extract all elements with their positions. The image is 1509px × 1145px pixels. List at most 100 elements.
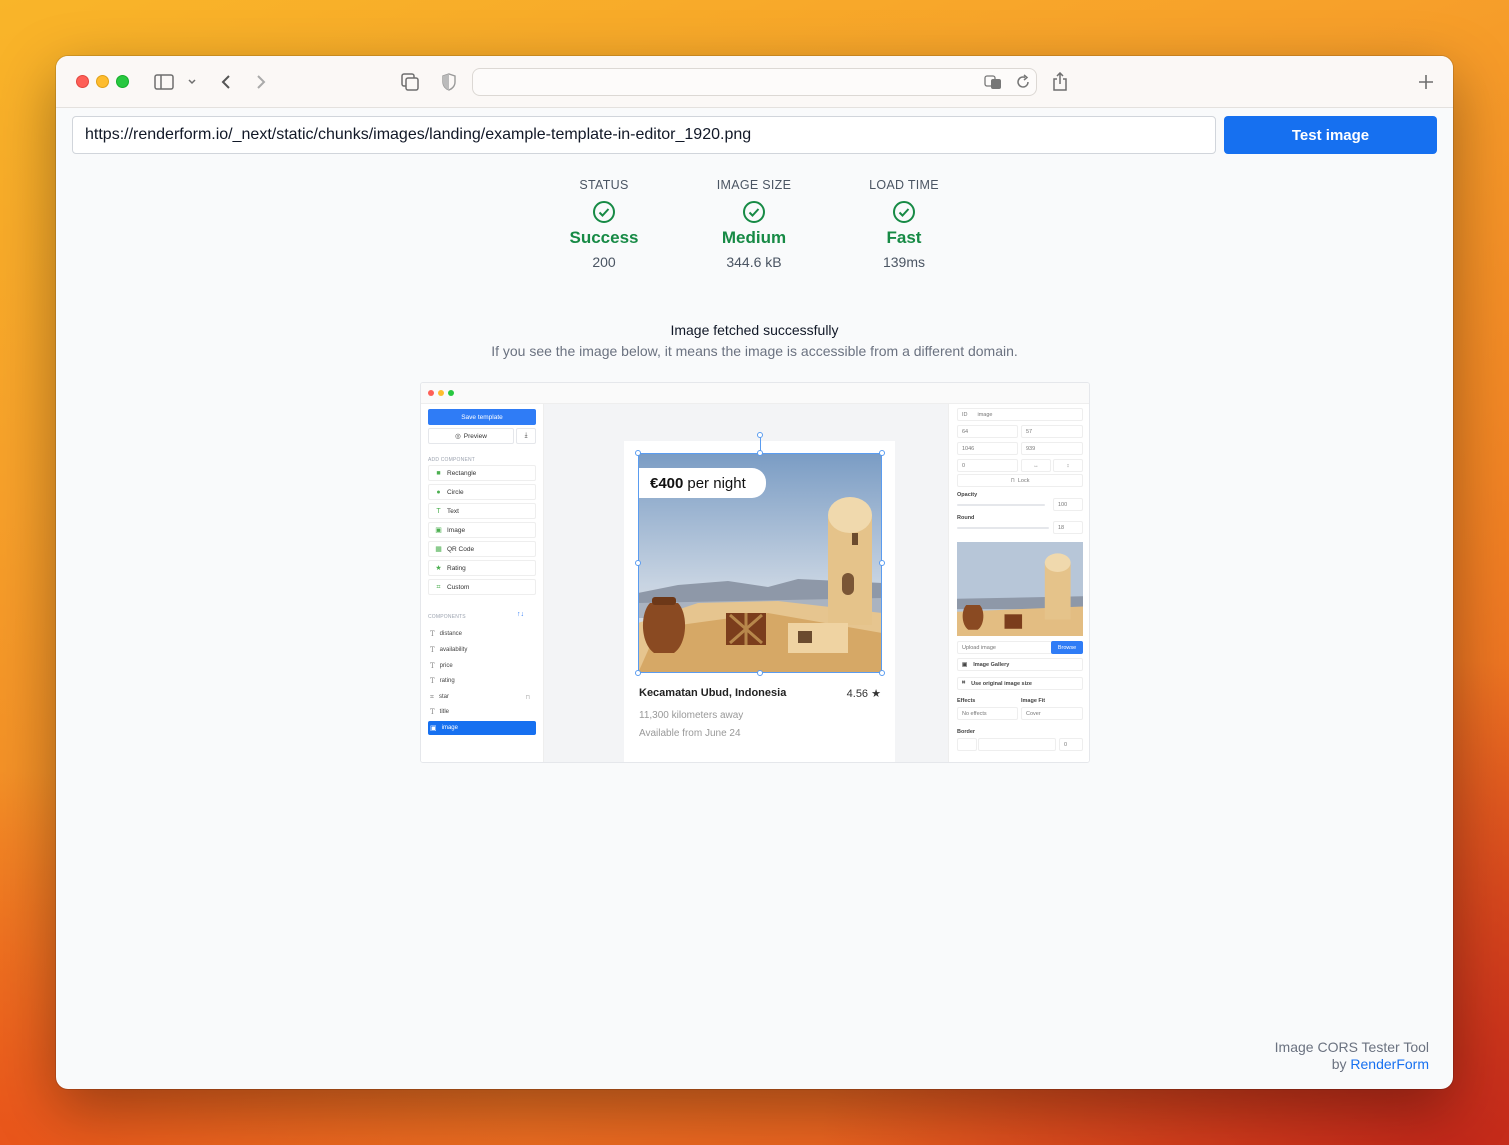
id-value: image [977,411,993,418]
test-image-button[interactable]: Test image [1224,116,1437,154]
flip-vertical-icon: ↕ [1053,459,1083,472]
address-bar[interactable] [472,68,1037,96]
lock-label: Lock [1017,477,1030,484]
add-component-label: ADD COMPONENT [428,457,476,463]
share-icon[interactable] [1050,70,1070,94]
text-icon: T [430,677,435,685]
translate-icon[interactable] [984,74,1002,95]
card-title: Kecamatan Ubud, Indonesia [639,687,787,699]
text-icon: T [430,708,435,716]
tabs-overview-icon[interactable] [399,70,421,94]
image-url-input[interactable]: https://renderform.io/_next/static/chunk… [72,116,1216,154]
square-icon: ■ [436,469,441,477]
editor-properties-panel: ID image 64 57 1046 939 0 ↔ ↕ ⊓ Lock Opaci… [948,404,1089,762]
resize-handle [635,450,641,456]
stat-value: Success [569,228,639,247]
layer-item: ⌗ star ⊓ [428,690,536,704]
back-icon[interactable] [216,70,236,94]
components-label: COMPONENTS [428,614,466,620]
reload-icon[interactable] [1015,74,1031,95]
result-title: Image fetched successfully [670,322,839,338]
x-field: 64 [957,425,1018,438]
border-color-field [978,738,1056,751]
component-label: Circle [447,488,464,496]
layer-item: Tprice [428,659,536,673]
preview-button: ◎ Preview [428,428,514,444]
star-icon: ★ [871,688,881,700]
round-label: Round [957,515,975,521]
component-image: ▣ Image [428,522,536,538]
download-icon: ⤓ [516,428,536,444]
price-badge: €400 per night [638,468,766,498]
fetched-image: Save template ◎ Preview ⤓ ADD COMPONENT … [420,382,1090,763]
star-icon: ★ [435,564,442,572]
component-label: QR Code [447,545,475,553]
price-amount: €400 [650,474,684,492]
layer-item-selected: ▣ image [428,721,536,735]
sidebar-toggle-icon[interactable] [153,70,175,94]
browser-window: https://renderform.io/_next/static/chunk… [56,56,1453,1089]
close-window-button[interactable] [76,75,89,88]
chevron-down-icon[interactable] [185,70,199,94]
layer-item: Tdistance [428,627,536,641]
gallery-label: Image Gallery [973,661,1010,668]
effects-label: Effects [957,698,976,704]
rating-value: 4.56 [846,688,869,700]
lock-icon: ⊓ [525,694,530,701]
eye-icon: ◎ [455,433,461,440]
stat-detail: 344.6 kB [726,254,782,270]
image-thumbnail [957,542,1083,636]
opacity-value: 100 [1053,498,1083,511]
by-text: by [1331,1056,1347,1072]
layer-label: rating [439,678,455,684]
text-icon: T [430,662,435,670]
check-circle-icon [742,200,766,224]
card-distance: 11,300 kilometers away [639,710,744,721]
component-label: Custom [447,583,470,591]
stat-detail: 139ms [882,254,926,270]
round-value: 18 [1053,521,1083,534]
stat-label: LOAD TIME [869,178,939,192]
height-field: 939 [1021,442,1083,455]
new-tab-icon[interactable] [1416,70,1436,94]
save-template-button: Save template [428,409,536,425]
component-label: Rating [447,564,466,572]
opacity-label: Opacity [957,492,978,498]
zoom-window-button[interactable] [116,75,129,88]
y-field: 57 [1021,425,1083,438]
border-label: Border [957,729,976,735]
image-icon: ▣ [435,526,442,534]
layer-label: price [439,663,453,669]
red-dot [428,390,434,396]
editor-canvas: €400 per night Kecamatan Ubud, Indonesia… [544,404,948,762]
result-subtitle: If you see the image below, it means the… [491,343,1018,359]
forward-icon[interactable] [251,70,271,94]
green-dot [448,390,454,396]
minimize-window-button[interactable] [96,75,109,88]
lock-icon: ⊓ [1010,477,1015,484]
original-size-button: ⌗ Use original image size [957,677,1083,690]
stat-load-time: LOAD TIME Fast 139ms [829,178,979,270]
price-unit: per night [687,474,746,492]
fit-label: Image Fit [1021,698,1046,704]
stat-value: Fast [886,228,922,247]
text-icon: T [436,507,441,515]
editor-titlebar [421,383,1089,404]
component-circle: ● Circle [428,484,536,500]
check-circle-icon [592,200,616,224]
layer-label: title [439,709,450,715]
card-photo: €400 per night [638,453,882,673]
custom-icon: ⌗ [430,692,434,701]
browser-toolbar [56,56,1453,108]
card-rating: 4.56 ★ [847,687,881,700]
editor-left-panel: Save template ◎ Preview ⤓ ADD COMPONENT … [421,404,544,762]
fit-select: Cover [1021,707,1083,720]
resize-handle [757,450,763,456]
tool-name: Image CORS Tester Tool [1274,1039,1429,1055]
lock-button: ⊓ Lock [957,474,1083,487]
privacy-shield-icon[interactable] [439,70,459,94]
component-text: T Text [428,503,536,519]
component-custom: ⌗ Custom [428,579,536,595]
renderform-link[interactable]: RenderForm [1350,1056,1429,1072]
stat-label: IMAGE SIZE [716,178,792,192]
